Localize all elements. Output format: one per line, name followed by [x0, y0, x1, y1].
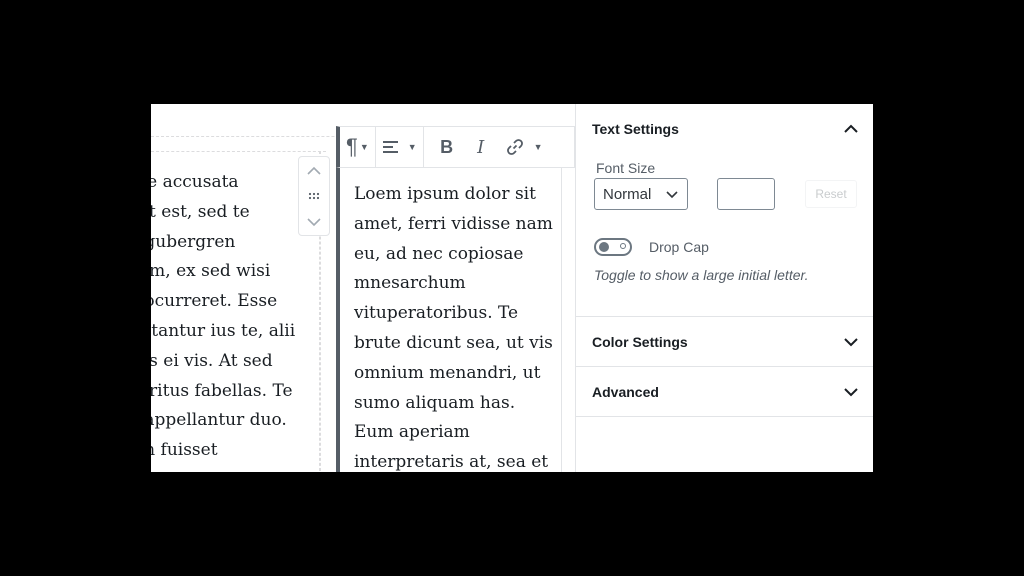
- left-column-line: m fuisset: [151, 440, 218, 461]
- selected-block-text[interactable]: Loem ipsum dolor sit amet, ferri vidisse…: [354, 180, 554, 472]
- caret-down-icon: ▼: [407, 142, 417, 152]
- panel-divider: [576, 416, 873, 417]
- toggle-off-indicator: [620, 243, 626, 249]
- move-down-button[interactable]: [299, 209, 329, 235]
- left-column-line: am, ex sed wisi: [151, 261, 271, 282]
- chevron-up-icon: [844, 124, 858, 133]
- italic-button[interactable]: I: [464, 130, 498, 164]
- drop-cap-help: Toggle to show a large initial letter.: [594, 267, 809, 283]
- left-column-line: as ei vis. At sed: [151, 350, 273, 371]
- caret-down-icon: ▼: [359, 142, 369, 152]
- text-settings-title[interactable]: Text Settings: [592, 121, 679, 137]
- advanced-toggle[interactable]: [842, 383, 860, 401]
- font-size-value: Normal: [603, 185, 652, 203]
- format-group: B I ▼: [424, 127, 549, 167]
- align-button[interactable]: ▼: [382, 130, 417, 164]
- custom-font-size-input[interactable]: [717, 178, 775, 210]
- bold-button[interactable]: B: [430, 130, 464, 164]
- left-column-line: ocurreret. Esse: [151, 291, 278, 312]
- editor-window: re accusata et est, sed te gubergren am, e…: [151, 104, 873, 472]
- color-settings-toggle[interactable]: [842, 333, 860, 351]
- advanced-title[interactable]: Advanced: [592, 384, 659, 400]
- left-column-text[interactable]: re accusata et est, sed te gubergren am, e…: [151, 168, 316, 466]
- left-column-line: appellantur duo.: [151, 410, 287, 431]
- drag-handle-icon: [308, 192, 320, 200]
- block-toolbar: ¶ ▼ ▼ B I ▼: [336, 126, 575, 168]
- left-column-line: et est, sed te: [151, 201, 250, 222]
- link-icon: [506, 139, 523, 155]
- settings-sidebar: Text Settings Font Size Normal Reset Dro…: [575, 104, 873, 472]
- panel-divider: [576, 316, 873, 317]
- block-type-group: ¶ ▼: [340, 127, 376, 167]
- chevron-down-icon: [844, 337, 858, 346]
- left-column-line: ittantur ius te, alii: [151, 320, 296, 341]
- chevron-down-icon: [844, 387, 858, 396]
- chevron-down-icon: [307, 217, 321, 226]
- font-size-select[interactable]: Normal: [594, 178, 688, 210]
- chevron-up-icon: [307, 166, 321, 175]
- drag-handle[interactable]: [299, 183, 329, 209]
- block-mover: [298, 156, 330, 236]
- more-caret-icon[interactable]: ▼: [534, 142, 543, 152]
- left-column-line: gubergren: [151, 231, 236, 252]
- reset-button[interactable]: Reset: [805, 180, 857, 208]
- chevron-down-icon: [666, 191, 678, 199]
- link-button[interactable]: [498, 130, 532, 164]
- panel-divider: [576, 366, 873, 367]
- drop-cap-toggle[interactable]: [594, 238, 632, 256]
- text-settings-toggle[interactable]: [842, 119, 860, 137]
- paragraph-icon: ¶: [346, 134, 358, 159]
- font-size-label: Font Size: [596, 160, 656, 176]
- left-column-line: eritus fabellas. Te: [151, 380, 293, 401]
- toggle-knob: [599, 242, 609, 252]
- editor-canvas: re accusata et est, sed te gubergren am, e…: [151, 104, 575, 472]
- color-settings-title[interactable]: Color Settings: [592, 334, 688, 350]
- left-column-line: re accusata: [151, 172, 239, 192]
- paragraph-button[interactable]: ¶ ▼: [346, 130, 369, 164]
- move-up-button[interactable]: [299, 157, 329, 183]
- alignment-group: ▼: [376, 127, 424, 167]
- align-left-icon: [382, 141, 398, 153]
- drop-cap-label[interactable]: Drop Cap: [649, 239, 709, 255]
